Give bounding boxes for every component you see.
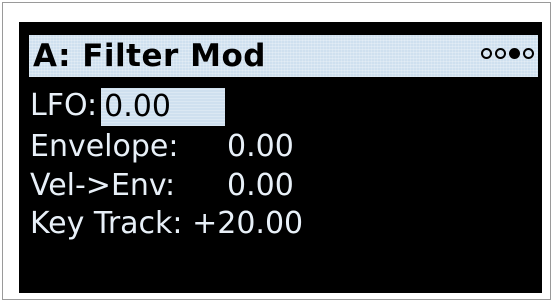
envelope-label: Envelope: bbox=[30, 129, 179, 164]
display-screen: A: Filter Mod LFO: 0.00 Envelope: 0.00 Vel… bbox=[19, 22, 542, 293]
param-row-lfo[interactable]: LFO: 0.00 bbox=[30, 88, 226, 126]
param-row-key-track[interactable]: Key Track: +20.00 bbox=[30, 206, 303, 242]
page-dot-4-icon bbox=[523, 48, 534, 59]
page-dot-2-icon bbox=[495, 48, 506, 59]
envelope-value[interactable]: 0.00 bbox=[227, 129, 294, 165]
key-track-value[interactable]: +20.00 bbox=[192, 206, 303, 242]
page-dot-3-icon bbox=[509, 48, 520, 59]
param-row-vel-env[interactable]: Vel->Env: 0.00 bbox=[30, 168, 294, 204]
device-frame: A: Filter Mod LFO: 0.00 Envelope: 0.00 Vel… bbox=[2, 2, 551, 300]
lfo-label: LFO: bbox=[30, 88, 98, 123]
page-title-bar: A: Filter Mod bbox=[29, 35, 538, 77]
page-dot-1-icon bbox=[481, 48, 492, 59]
param-row-envelope[interactable]: Envelope: 0.00 bbox=[30, 129, 294, 165]
lfo-value-field[interactable]: 0.00 bbox=[101, 88, 226, 126]
key-track-label: Key Track: bbox=[30, 206, 183, 241]
vel-env-value[interactable]: 0.00 bbox=[227, 168, 294, 204]
page-title: A: Filter Mod bbox=[33, 38, 266, 74]
vel-env-label: Vel->Env: bbox=[30, 168, 176, 203]
page-indicator bbox=[481, 48, 534, 59]
